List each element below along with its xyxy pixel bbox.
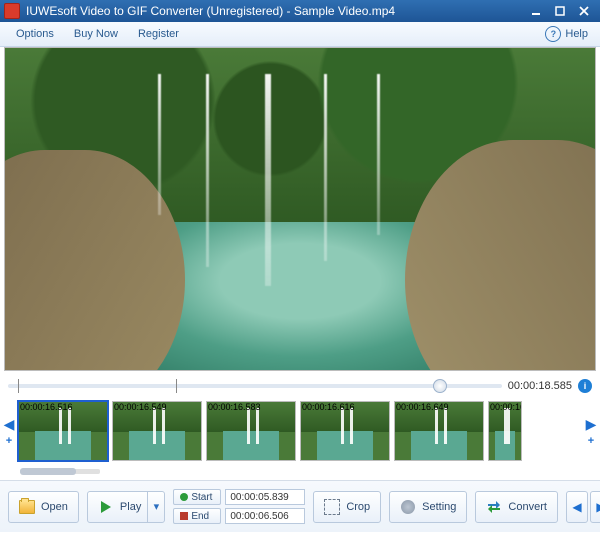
thumbs-scrollbar[interactable]	[20, 469, 100, 474]
menu-help[interactable]: ? Help	[545, 26, 594, 42]
thumbnail[interactable]: 00:00:16.583	[206, 401, 296, 461]
gear-icon	[400, 499, 416, 515]
play-dropdown[interactable]: ▾	[147, 492, 164, 522]
folder-icon	[19, 499, 35, 515]
thumbnail[interactable]: 00:00:16.549	[112, 401, 202, 461]
thumb-ts: 00:00:16.616	[302, 402, 355, 412]
setting-label: Setting	[422, 501, 456, 513]
add-start-icon: +	[6, 435, 12, 447]
thumbnail[interactable]: 00:00:16.616	[300, 401, 390, 461]
title-bar: IUWEsoft Video to GIF Converter (Unregis…	[0, 0, 600, 22]
chevron-right-icon: ▶	[586, 416, 597, 433]
thumbs-next-button[interactable]: ▶ +	[584, 416, 598, 447]
start-dot-icon	[180, 493, 188, 501]
window-title: IUWEsoft Video to GIF Converter (Unregis…	[26, 4, 524, 18]
play-icon	[98, 499, 114, 515]
thumb-ts: 00:00:16.583	[208, 402, 261, 412]
thumbnail-list: 00:00:16.516 00:00:16.549 00:00:16.583 00:0…	[16, 397, 584, 465]
thumb-ts: 00:00:16	[490, 402, 522, 412]
setting-button[interactable]: Setting	[389, 491, 467, 523]
add-end-icon: +	[588, 435, 594, 447]
end-label: End	[191, 511, 209, 522]
frame-step-group: ◀ ▶	[566, 491, 600, 523]
end-square-icon	[180, 512, 188, 520]
play-label: Play	[120, 501, 141, 513]
convert-button[interactable]: Convert	[475, 491, 558, 523]
playhead-knob[interactable]	[433, 379, 447, 393]
thumbnail[interactable]: 00:00:16	[488, 401, 522, 461]
thumbnail[interactable]: 00:00:16.516	[18, 401, 108, 461]
range-start-marker[interactable]	[18, 379, 19, 393]
video-preview[interactable]	[4, 47, 596, 371]
bottom-toolbar: Open Play ▾ Start 00:00:05.839 End 00:00…	[0, 480, 600, 532]
info-icon[interactable]: i	[578, 379, 592, 393]
crop-label: Crop	[346, 501, 370, 513]
minimize-button[interactable]	[524, 3, 548, 19]
set-start-button[interactable]: Start	[173, 489, 221, 505]
end-time-field[interactable]: 00:00:06.506	[225, 508, 305, 524]
menu-register[interactable]: Register	[128, 26, 189, 42]
thumb-ts: 00:00:16.549	[114, 402, 167, 412]
play-button[interactable]: Play ▾	[87, 491, 165, 523]
menu-help-label: Help	[565, 28, 588, 40]
crop-icon	[324, 499, 340, 515]
menu-buy-now[interactable]: Buy Now	[64, 26, 128, 42]
timeline-slider[interactable]	[8, 384, 502, 388]
menu-options[interactable]: Options	[6, 26, 64, 42]
set-end-button[interactable]: End	[173, 508, 221, 524]
convert-icon	[486, 499, 502, 515]
app-icon	[4, 3, 20, 19]
thumbnail[interactable]: 00:00:16.649	[394, 401, 484, 461]
preview-area: 00:00:16.516	[4, 47, 596, 371]
menu-bar: Options Buy Now Register ? Help	[0, 22, 600, 47]
open-label: Open	[41, 501, 68, 513]
close-button[interactable]	[572, 3, 596, 19]
crop-button[interactable]: Crop	[313, 491, 381, 523]
chevron-left-icon: ◀	[4, 416, 15, 433]
timeline-row: 00:00:18.585 i	[8, 379, 592, 393]
thumbs-prev-button[interactable]: ◀ +	[2, 416, 16, 447]
next-frame-button[interactable]: ▶	[590, 491, 600, 523]
convert-label: Convert	[508, 501, 547, 513]
start-label: Start	[191, 492, 212, 503]
thumb-ts: 00:00:16.649	[396, 402, 449, 412]
thumbnail-strip: ◀ + 00:00:16.516 00:00:16.549 00:00:16.583…	[2, 397, 598, 465]
range-end-marker[interactable]	[176, 379, 177, 393]
scrollbar-thumb[interactable]	[20, 468, 76, 475]
thumb-ts: 00:00:16.516	[20, 402, 73, 412]
timeline-end-label: 00:00:18.585	[508, 380, 572, 392]
open-button[interactable]: Open	[8, 491, 79, 523]
prev-frame-button[interactable]: ◀	[566, 491, 588, 523]
range-time-group: Start 00:00:05.839 End 00:00:06.506	[173, 489, 305, 524]
help-icon: ?	[545, 26, 561, 42]
start-time-field[interactable]: 00:00:05.839	[225, 489, 305, 505]
maximize-button[interactable]	[548, 3, 572, 19]
